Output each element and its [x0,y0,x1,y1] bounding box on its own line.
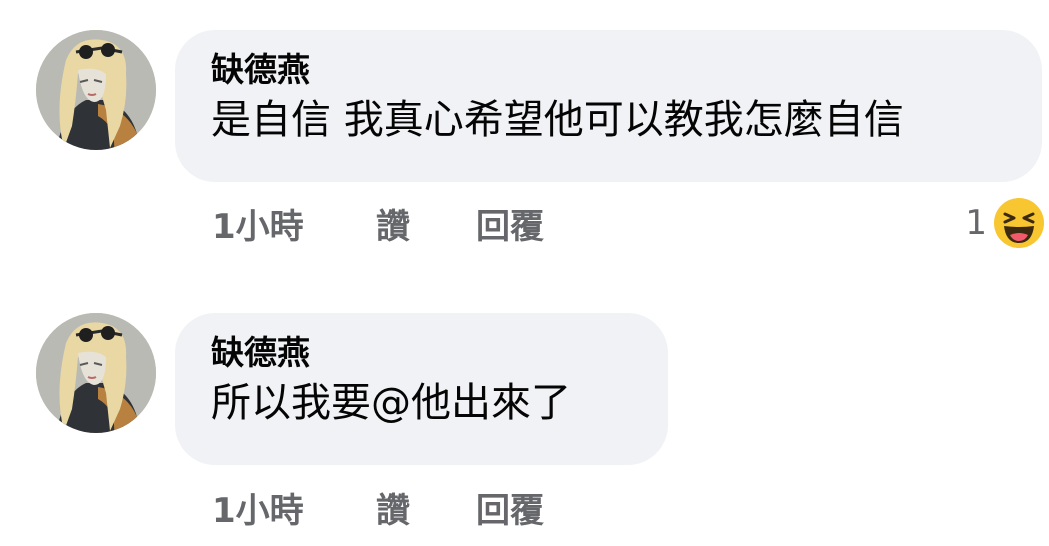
comment-timestamp[interactable]: 1小時 [212,202,304,252]
like-button[interactable]: 讚 [376,486,410,536]
like-button[interactable]: 讚 [376,202,410,252]
reply-button[interactable]: 回覆 [476,486,544,536]
comment-text: 是自信 我真心希望他可以教我怎麼自信 [211,97,904,143]
comment-author[interactable]: 缺德燕 [211,48,1006,92]
comment-bubble: 缺德燕 是自信 我真心希望他可以教我怎麼自信 [175,30,1042,182]
reaction-summary[interactable]: 1 [965,195,1045,251]
reaction-count: 1 [965,203,987,243]
haha-emoji-icon [994,198,1044,248]
reply-button[interactable]: 回覆 [476,202,544,252]
avatar-illustration [36,313,156,433]
comment-text: 所以我要@他出來了 [211,380,571,426]
comment-bubble: 缺德燕 所以我要@他出來了 [175,313,668,465]
avatar-illustration [36,30,156,150]
comment-author[interactable]: 缺德燕 [211,331,632,375]
avatar[interactable] [36,30,156,150]
comment-thread: 缺德燕 是自信 我真心希望他可以教我怎麼自信 1小時 讚 回覆 1 缺德燕 所以… [0,0,1049,546]
comment-timestamp[interactable]: 1小時 [212,486,304,536]
avatar[interactable] [36,313,156,433]
